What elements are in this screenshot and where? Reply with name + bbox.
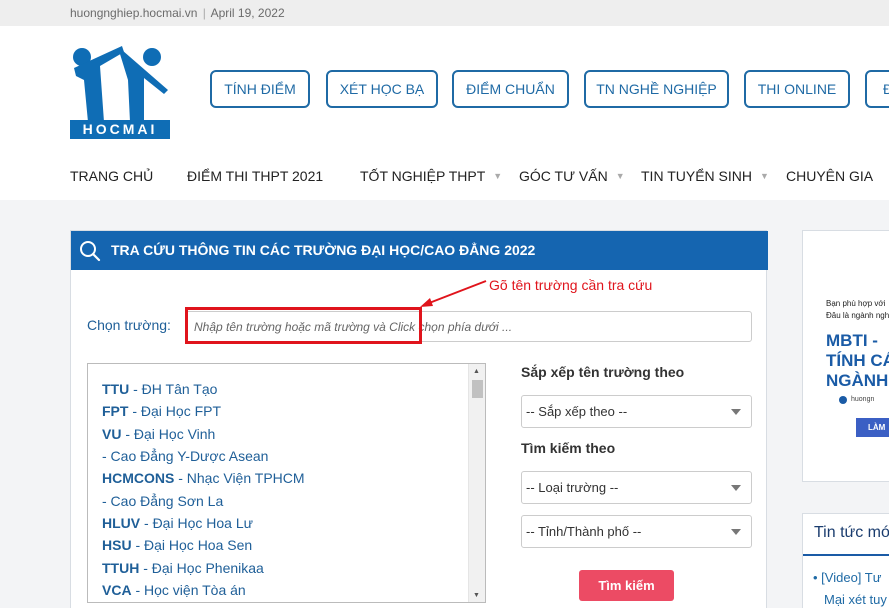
- list-item[interactable]: HLUV - Đại Học Hoa Lư: [102, 515, 253, 531]
- nav-label: ĐIỂM THI THPT 2021: [187, 168, 324, 184]
- city-value: -- Tỉnh/Thành phố --: [526, 524, 642, 539]
- school-code: FPT: [102, 403, 129, 419]
- school-name: - Nhạc Viện TPHCM: [178, 470, 305, 486]
- news-item-continued[interactable]: Mại xét tuy: [824, 592, 887, 607]
- school-name: - Đại Học Vinh: [125, 426, 216, 442]
- mbti-ad-banner[interactable]: Bạn phù hợp với Đâu là ngành nghề MBTI -…: [802, 230, 889, 482]
- school-name: - Cao Đẳng Sơn La: [102, 493, 224, 509]
- sort-label: Sắp xếp tên trường theo: [521, 364, 685, 380]
- school-search-input[interactable]: [185, 311, 752, 342]
- top-bar: huongnghiep.hocmai.vn | April 19, 2022: [0, 0, 889, 26]
- logo-figures-icon: [73, 46, 168, 122]
- school-code: VCA: [102, 582, 132, 598]
- city-select[interactable]: -- Tỉnh/Thành phố --: [521, 515, 752, 548]
- school-type-value: -- Loại trường --: [526, 480, 619, 495]
- main-nav: TRANG CHỦ ĐIỂM THI THPT 2021 TỐT NGHIỆP …: [0, 164, 889, 188]
- school-name: - Đại Học Hoa Sen: [135, 537, 253, 553]
- search-icon: [80, 241, 101, 262]
- school-name: - ĐH Tân Tạo: [133, 381, 218, 397]
- school-type-select[interactable]: -- Loại trường --: [521, 471, 752, 504]
- annotation-arrow-icon: [420, 280, 487, 307]
- ad-line-1: Bạn phù hợp với: [826, 299, 886, 308]
- ad-headline-3: NGÀNH: [826, 371, 889, 390]
- news-divider: [803, 554, 889, 556]
- list-item[interactable]: HSU - Đại Học Hoa Sen: [102, 537, 252, 553]
- school-search-panel: TRA CỨU THÔNG TIN CÁC TRƯỜNG ĐẠI HỌC/CAO…: [70, 230, 768, 608]
- list-item[interactable]: TTUH - Đại Học Phenikaa: [102, 560, 264, 576]
- chevron-down-icon: [731, 409, 741, 415]
- school-name: - Học viện Tòa án: [135, 582, 246, 598]
- chevron-down-icon: [731, 529, 741, 535]
- nav-label: CHUYÊN GIA: [786, 168, 874, 184]
- search-button[interactable]: Tìm kiếm: [579, 570, 674, 601]
- news-title: Tin tức mới: [814, 524, 889, 541]
- panel-header: TRA CỨU THÔNG TIN CÁC TRƯỜNG ĐẠI HỌC/CAO…: [71, 231, 768, 270]
- sort-select-value: -- Sắp xếp theo --: [526, 404, 628, 419]
- annotation-text: Gõ tên trường cần tra cứu: [489, 277, 653, 293]
- site-date: April 19, 2022: [210, 6, 285, 20]
- scroll-up-icon[interactable]: ▲: [473, 368, 480, 375]
- nav-tin-tuyen-sinh[interactable]: TIN TUYỂN SINH ▼: [641, 168, 769, 184]
- site-header: HOCMAI TÍNH ĐIỂM XÉT HỌC BẠ ĐIỂM CHUẨN T…: [0, 26, 889, 200]
- caret-down-icon: ▼: [615, 171, 625, 181]
- thi-online-button[interactable]: THI ONLINE: [744, 70, 850, 108]
- sort-select[interactable]: -- Sắp xếp theo --: [521, 395, 752, 428]
- school-code: HCMCONS: [102, 470, 175, 486]
- school-code: HSU: [102, 537, 132, 553]
- ad-brand: huongn: [851, 396, 875, 403]
- tinh-diem-button[interactable]: TÍNH ĐIỂM: [210, 70, 310, 108]
- filter-label: Tìm kiếm theo: [521, 440, 616, 456]
- nav-label: GÓC TƯ VẤN: [519, 168, 608, 184]
- school-name: - Đại Học Hoa Lư: [144, 515, 253, 531]
- nav-trang-chu[interactable]: TRANG CHỦ: [70, 168, 153, 184]
- school-code: HLUV: [102, 515, 141, 531]
- hocmai-logo[interactable]: HOCMAI: [70, 40, 172, 139]
- news-widget: Tin tức mới • [Video] Tư Mại xét tuy: [802, 513, 889, 608]
- nav-label: TỐT NGHIỆP THPT: [360, 168, 486, 184]
- caret-down-icon: ▼: [493, 171, 503, 181]
- news-item[interactable]: • [Video] Tư: [813, 570, 881, 585]
- list-item[interactable]: TTU - ĐH Tân Tạo: [102, 381, 217, 397]
- site-meta: huongnghiep.hocmai.vn | April 19, 2022: [70, 6, 285, 20]
- nav-label: TIN TUYỂN SINH: [641, 168, 752, 184]
- nav-tot-nghiep[interactable]: TỐT NGHIỆP THPT ▼: [360, 168, 502, 184]
- list-item[interactable]: FPT - Đại Học FPT: [102, 403, 221, 419]
- news-item-label: [Video] Tư: [821, 570, 882, 585]
- partial-header-button[interactable]: Đ: [865, 70, 889, 108]
- school-name: - Đại Học FPT: [132, 403, 222, 419]
- school-name: - Cao Đẳng Y-Dược Asean: [102, 448, 269, 464]
- panel-title: TRA CỨU THÔNG TIN CÁC TRƯỜNG ĐẠI HỌC/CAO…: [111, 242, 536, 258]
- scrollbar-thumb[interactable]: [472, 380, 483, 398]
- ad-headline-2: TÍNH CÁ: [826, 351, 889, 370]
- list-item[interactable]: VU - Đại Học Vinh: [102, 426, 215, 442]
- school-code: TTU: [102, 381, 130, 397]
- school-list[interactable]: TTU - ĐH Tân Tạo FPT - Đại Học FPT VU - …: [87, 363, 486, 603]
- globe-icon: [839, 396, 847, 404]
- school-label: Chọn trường:: [87, 317, 171, 333]
- logo-text: HOCMAI: [70, 120, 170, 139]
- tn-nghe-nghiep-button[interactable]: TN NGHỀ NGHIỆP: [584, 70, 729, 108]
- nav-label: TRANG CHỦ: [70, 168, 154, 184]
- school-code: TTUH: [102, 560, 140, 576]
- list-scrollbar[interactable]: ▲ ▼: [468, 364, 485, 602]
- xet-hoc-ba-button[interactable]: XÉT HỌC BẠ: [326, 70, 438, 108]
- nav-chuyen-gia[interactable]: CHUYÊN GIA: [786, 168, 873, 184]
- ad-headline-1: MBTI -: [826, 331, 878, 350]
- list-item[interactable]: HCMCONS - Nhạc Viện TPHCM: [102, 470, 305, 486]
- school-code: VU: [102, 426, 122, 442]
- nav-goc-tu-van[interactable]: GÓC TƯ VẤN ▼: [519, 168, 625, 184]
- diem-chuan-button[interactable]: ĐIỂM CHUẨN: [452, 70, 569, 108]
- nav-diem-thi[interactable]: ĐIỂM THI THPT 2021: [187, 168, 323, 184]
- list-item[interactable]: - Cao Đẳng Sơn La: [102, 493, 223, 509]
- caret-down-icon: ▼: [759, 171, 769, 181]
- ad-line-2: Đâu là ngành nghề: [826, 311, 889, 320]
- ad-cta-button[interactable]: LÀM: [856, 418, 889, 437]
- list-item[interactable]: VCA - Học viện Tòa án: [102, 582, 246, 598]
- meta-separator: |: [202, 6, 206, 20]
- list-item[interactable]: - Cao Đẳng Y-Dược Asean: [102, 448, 268, 464]
- school-name: - Đại Học Phenikaa: [143, 560, 264, 576]
- scroll-down-icon[interactable]: ▼: [473, 592, 480, 599]
- chevron-down-icon: [731, 485, 741, 491]
- site-url[interactable]: huongnghiep.hocmai.vn: [70, 6, 197, 20]
